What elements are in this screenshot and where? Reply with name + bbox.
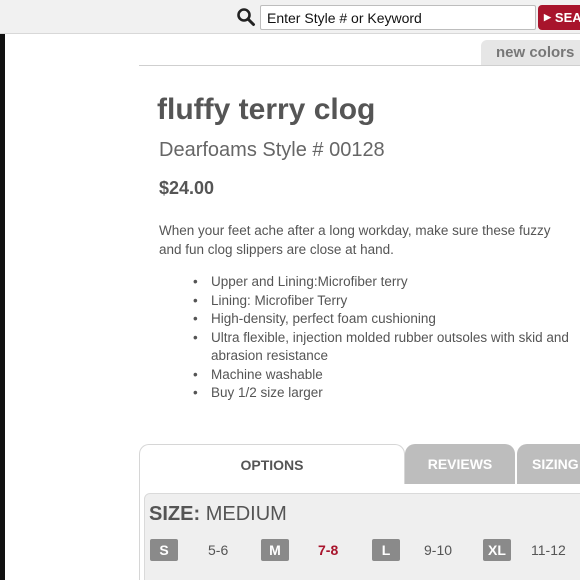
size-range: 9-10 (424, 542, 453, 558)
product-description: When your feet ache after a long workday… (159, 221, 580, 259)
arrow-right-icon: ▶ (544, 12, 551, 22)
size-label: SIZE: (149, 503, 201, 525)
feature-item: Buy 1/2 size larger (193, 384, 573, 403)
feature-item: Ultra flexible, injection molded rubber … (193, 329, 573, 366)
size-option-l[interactable]: L 9-10 (372, 538, 452, 562)
tab-options[interactable]: OPTIONS (139, 444, 405, 484)
tab-reviews[interactable]: REVIEWS (405, 444, 515, 484)
size-code-badge: XL (483, 539, 511, 561)
feature-item: Lining: Microfiber Terry (193, 292, 573, 311)
top-search-bar: ▶ SEA (0, 0, 580, 34)
size-option-m[interactable]: M 7-8 (261, 538, 338, 562)
description-line: When your feet ache after a long workday… (159, 223, 551, 238)
feature-item: High-density, perfect foam cushioning (193, 310, 573, 329)
description-line: and fun clog slippers are close at hand. (159, 242, 394, 257)
feature-item: Upper and Lining:Microfiber terry (193, 273, 573, 292)
divider (139, 65, 580, 66)
product-price: $24.00 (159, 178, 215, 198)
tab-sizing[interactable]: SIZING (517, 444, 580, 484)
size-selected-value: MEDIUM (205, 503, 287, 525)
search-icon[interactable] (236, 7, 256, 27)
size-code-badge: M (261, 539, 289, 561)
size-range: 5-6 (208, 542, 229, 558)
product-title: fluffy terry clog (157, 93, 376, 126)
size-range-selected: 7-8 (318, 542, 339, 558)
size-heading: SIZE: MEDIUM (149, 503, 287, 526)
feature-list: Upper and Lining:Microfiber terry Lining… (193, 273, 573, 403)
search-input[interactable] (260, 5, 536, 30)
feature-item: Machine washable (193, 366, 573, 385)
style-number: Dearfoams Style # 00128 (159, 139, 385, 161)
size-code-badge: L (372, 539, 400, 561)
size-option-s[interactable]: S 5-6 (150, 538, 228, 562)
search-button-label: SEA (554, 10, 580, 25)
size-range: 11-12 (531, 542, 566, 558)
size-option-xl[interactable]: XL 11-12 (483, 538, 566, 562)
size-code-badge: S (150, 539, 178, 561)
left-edge-strip (0, 0, 5, 580)
search-button[interactable]: ▶ SEA (538, 5, 580, 30)
new-colors-tab[interactable]: new colors (481, 40, 580, 66)
